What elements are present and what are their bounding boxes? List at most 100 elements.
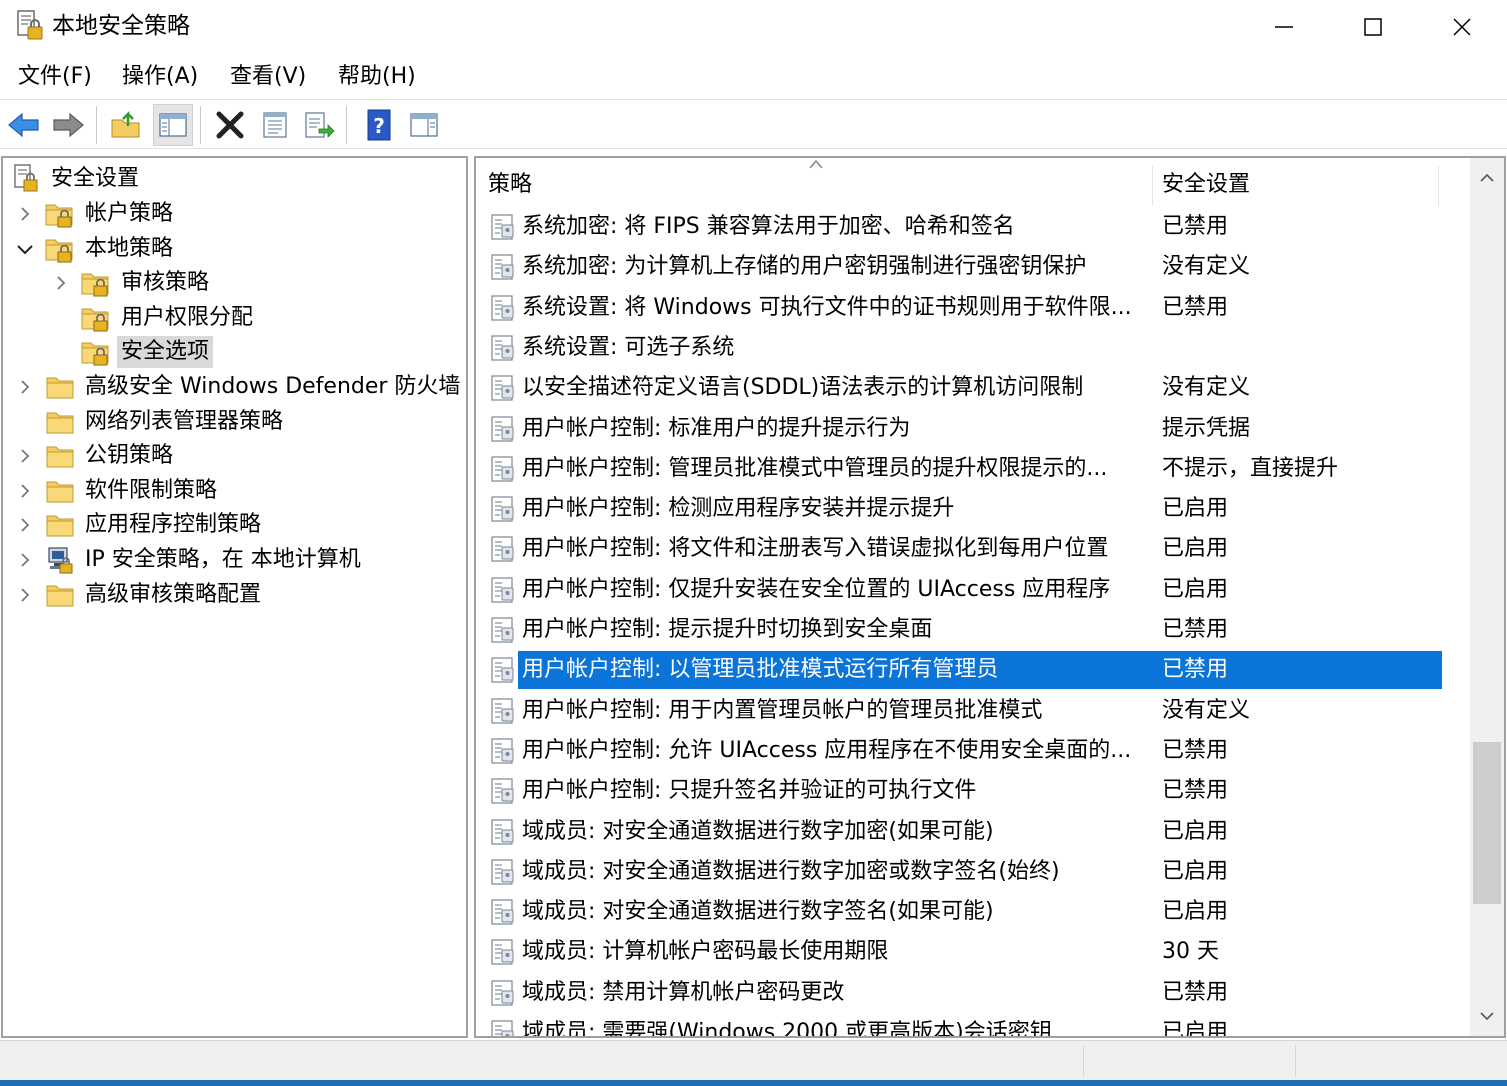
tree-label: 审核策略	[121, 270, 210, 295]
policy-row[interactable]: 域成员: 对安全通道数据进行数字加密或数字签名(始终) 已启用	[490, 853, 1440, 891]
tree-label: 公钥策略	[85, 443, 174, 468]
policy-setting: 没有定义	[1162, 254, 1251, 279]
menu-file[interactable]: 文件(F)	[12, 60, 98, 94]
policy-row[interactable]: 用户帐户控制: 允许 UIAccess 应用程序在不使用安全桌面的... 已禁用	[490, 732, 1440, 770]
tree-item-windows-defender-firewall[interactable]: 高级安全 Windows Defender 防火墙	[45, 370, 464, 404]
policy-row[interactable]: 用户帐户控制: 仅提升安装在安全位置的 UIAccess 应用程序 已启用	[490, 571, 1440, 609]
back-button[interactable]	[4, 104, 44, 146]
menu-view[interactable]: 查看(V)	[224, 60, 312, 94]
policy-row[interactable]: 用户帐户控制: 用于内置管理员帐户的管理员批准模式 没有定义	[490, 692, 1440, 730]
expand-arrow-icon[interactable]	[15, 508, 35, 542]
tree-item-software-restriction[interactable]: 软件限制策略	[45, 474, 221, 508]
policy-row[interactable]: 域成员: 对安全通道数据进行数字加密(如果可能) 已启用	[490, 813, 1440, 851]
policy-icon	[490, 737, 516, 765]
taskbar-edge	[0, 1080, 1507, 1086]
folder-icon	[45, 441, 75, 471]
policy-row[interactable]: 域成员: 计算机帐户密码最长使用期限 30 天	[490, 933, 1440, 971]
menu-action[interactable]: 操作(A)	[116, 60, 204, 94]
policy-row[interactable]: 以安全描述符定义语言(SDDL)语法表示的计算机访问限制 没有定义	[490, 369, 1440, 407]
tree-item-audit-policy[interactable]: 审核策略	[81, 266, 213, 300]
policy-row[interactable]: 系统加密: 将 FIPS 兼容算法用于加密、哈希和签名 已禁用	[490, 208, 1440, 246]
policy-icon	[490, 576, 516, 604]
close-button[interactable]	[1418, 0, 1506, 54]
policy-setting: 已禁用	[1162, 657, 1229, 682]
window-title: 本地安全策略	[52, 13, 190, 39]
tree-item-network-list-manager[interactable]: 网络列表管理器策略	[45, 405, 287, 439]
policy-row[interactable]: 用户帐户控制: 检测应用程序安装并提示提升 已启用	[490, 490, 1440, 528]
tree-item-ip-security[interactable]: IP 安全策略，在 本地计算机	[45, 543, 365, 577]
policy-row[interactable]: 用户帐户控制: 提示提升时切换到安全桌面 已禁用	[490, 611, 1440, 649]
collapse-arrow-icon[interactable]	[15, 232, 35, 266]
tree-label: 软件限制策略	[85, 478, 218, 503]
help-button[interactable]: ?	[359, 104, 399, 146]
show-hide-action-pane-button[interactable]	[404, 104, 444, 146]
expand-arrow-icon[interactable]	[15, 474, 35, 508]
policy-name: 用户帐户控制: 用于内置管理员帐户的管理员批准模式	[522, 698, 1043, 723]
tree-item-security-options[interactable]: 安全选项	[81, 335, 214, 369]
expand-arrow-icon[interactable]	[15, 370, 35, 404]
policy-setting: 已禁用	[1162, 778, 1229, 803]
scroll-up-button[interactable]	[1470, 158, 1504, 198]
tree-item-public-key-policies[interactable]: 公钥策略	[45, 439, 177, 473]
svg-text:?: ?	[373, 114, 385, 138]
properties-button[interactable]	[255, 104, 295, 146]
expand-arrow-icon[interactable]	[51, 266, 71, 300]
policy-row[interactable]: 用户帐户控制: 标准用户的提升提示行为 提示凭据	[490, 410, 1440, 448]
expand-arrow-icon[interactable]	[15, 439, 35, 473]
tree-label: 安全设置	[51, 166, 140, 191]
policy-row[interactable]: 系统加密: 为计算机上存储的用户密钥强制进行强密钥保护 没有定义	[490, 248, 1440, 286]
policy-name: 系统设置: 将 Windows 可执行文件中的证书规则用于软件限...	[522, 295, 1132, 320]
policy-icon	[490, 213, 516, 241]
tree-item-advanced-audit[interactable]: 高级审核策略配置	[45, 578, 265, 612]
policy-row[interactable]: 域成员: 对安全通道数据进行数字签名(如果可能) 已启用	[490, 893, 1440, 931]
expand-arrow-icon[interactable]	[15, 578, 35, 612]
policy-name: 域成员: 禁用计算机帐户密码更改	[522, 980, 845, 1005]
expand-arrow-icon[interactable]	[15, 197, 35, 231]
policy-row[interactable]: 用户帐户控制: 以管理员批准模式运行所有管理员 已禁用	[490, 651, 1442, 689]
show-hide-tree-button[interactable]	[153, 104, 193, 146]
policy-setting: 已启用	[1162, 577, 1229, 602]
help-icon: ?	[367, 109, 391, 141]
maximize-button[interactable]	[1329, 0, 1417, 54]
policy-row[interactable]: 系统设置: 将 Windows 可执行文件中的证书规则用于软件限... 已禁用	[490, 289, 1440, 327]
tree-item-account-policies[interactable]: 帐户策略	[45, 197, 177, 231]
policy-row[interactable]: 用户帐户控制: 管理员批准模式中管理员的提升权限提示的... 不提示，直接提升	[490, 450, 1440, 488]
export-list-button[interactable]	[299, 104, 339, 146]
policy-row[interactable]: 域成员: 需要强(Windows 2000 或更高版本)会话密钥 已启用	[490, 1014, 1440, 1036]
tree-item-user-rights-assignment[interactable]: 用户权限分配	[81, 301, 257, 335]
policy-name: 系统加密: 为计算机上存储的用户密钥强制进行强密钥保护	[522, 254, 1087, 279]
forward-button[interactable]	[48, 104, 88, 146]
policy-icon	[490, 455, 516, 483]
up-folder-icon	[111, 110, 140, 138]
scroll-down-button[interactable]	[1470, 996, 1504, 1036]
column-header-security-setting[interactable]: 安全设置	[1150, 160, 1438, 210]
maximize-icon	[1364, 18, 1382, 36]
policy-icon	[490, 938, 516, 966]
policy-icon	[490, 415, 516, 443]
policy-row[interactable]: 域成员: 禁用计算机帐户密码更改 已禁用	[490, 974, 1440, 1012]
policy-name: 以安全描述符定义语言(SDDL)语法表示的计算机访问限制	[522, 375, 1084, 400]
expand-arrow-icon[interactable]	[15, 543, 35, 577]
tree-root-security-settings[interactable]: 安全设置	[11, 162, 143, 196]
policy-name: 用户帐户控制: 将文件和注册表写入错误虚拟化到每用户位置	[522, 536, 1109, 561]
policy-row[interactable]: 系统设置: 可选子系统	[490, 329, 1440, 367]
delete-button[interactable]	[210, 104, 250, 146]
policy-name: 域成员: 对安全通道数据进行数字加密(如果可能)	[522, 819, 994, 844]
policy-row[interactable]: 用户帐户控制: 只提升签名并验证的可执行文件 已禁用	[490, 772, 1440, 810]
minimize-button[interactable]	[1240, 0, 1328, 54]
menu-bar: 文件(F) 操作(A) 查看(V) 帮助(H)	[0, 56, 1507, 98]
tree-item-application-control[interactable]: 应用程序控制策略	[45, 508, 265, 542]
policy-name: 用户帐户控制: 标准用户的提升提示行为	[522, 416, 911, 441]
policy-row[interactable]: 用户帐户控制: 将文件和注册表写入错误虚拟化到每用户位置 已启用	[490, 530, 1440, 568]
policy-icon	[490, 898, 516, 926]
policy-setting: 已启用	[1162, 899, 1229, 924]
column-header-policy[interactable]: 策略	[476, 160, 1152, 210]
column-divider[interactable]	[1438, 166, 1439, 206]
menu-help[interactable]: 帮助(H)	[332, 60, 422, 94]
up-one-level-button[interactable]	[106, 104, 146, 146]
policy-list-pane: 策略 安全设置 系统加密: 将 FIPS 兼容算法用于加密、哈希和签名 已禁用 系统…	[474, 156, 1506, 1038]
scrollbar-thumb[interactable]	[1473, 742, 1501, 904]
lock-folder-icon	[81, 268, 111, 298]
vertical-scrollbar[interactable]	[1470, 158, 1504, 1036]
tree-item-local-policies[interactable]: 本地策略	[45, 232, 177, 266]
